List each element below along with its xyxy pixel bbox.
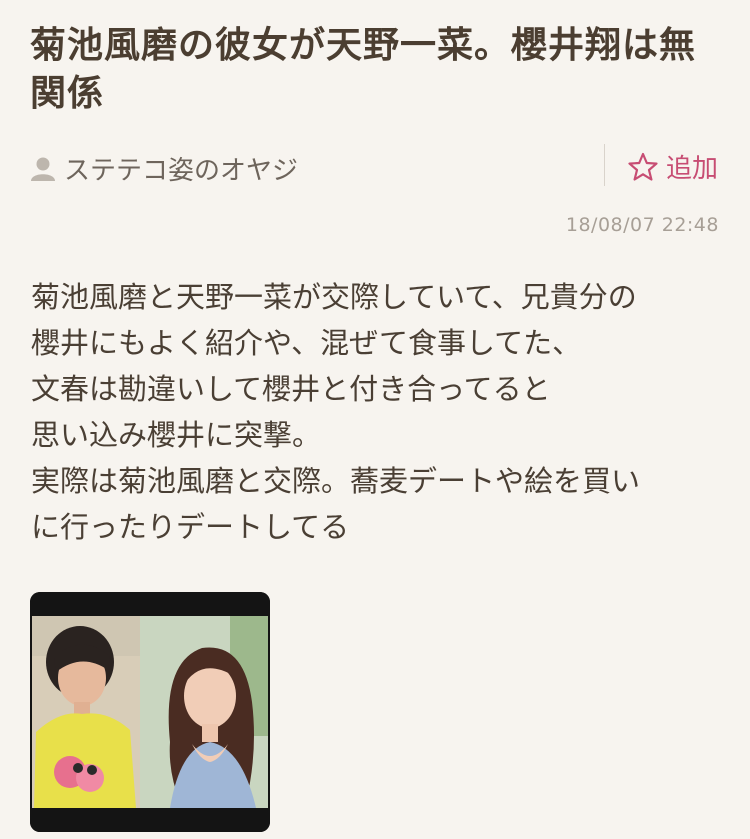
star-outline-icon xyxy=(628,152,658,182)
post-body: 菊池風磨と天野一菜が交際していて、兄貴分の 櫻井にもよく紹介や、混ぜて食事してた… xyxy=(31,280,641,544)
add-label: 追加 xyxy=(666,154,719,184)
author[interactable]: ステテコ姿のオヤジ xyxy=(30,150,298,187)
post-photo[interactable] xyxy=(30,592,270,832)
post-meta-row: ステテコ姿のオヤジ 追加 xyxy=(30,144,720,188)
photo-image xyxy=(30,592,270,832)
meta-divider xyxy=(604,144,605,186)
post-timestamp: 18/08/07 22:48 xyxy=(565,214,719,236)
post-title: 菊池風磨の彼女が天野一菜。櫻井翔は無関係 xyxy=(30,25,697,114)
add-favorite-button[interactable]: 追加 xyxy=(628,148,718,185)
user-icon xyxy=(30,156,56,182)
author-name: ステテコ姿のオヤジ xyxy=(64,156,299,186)
